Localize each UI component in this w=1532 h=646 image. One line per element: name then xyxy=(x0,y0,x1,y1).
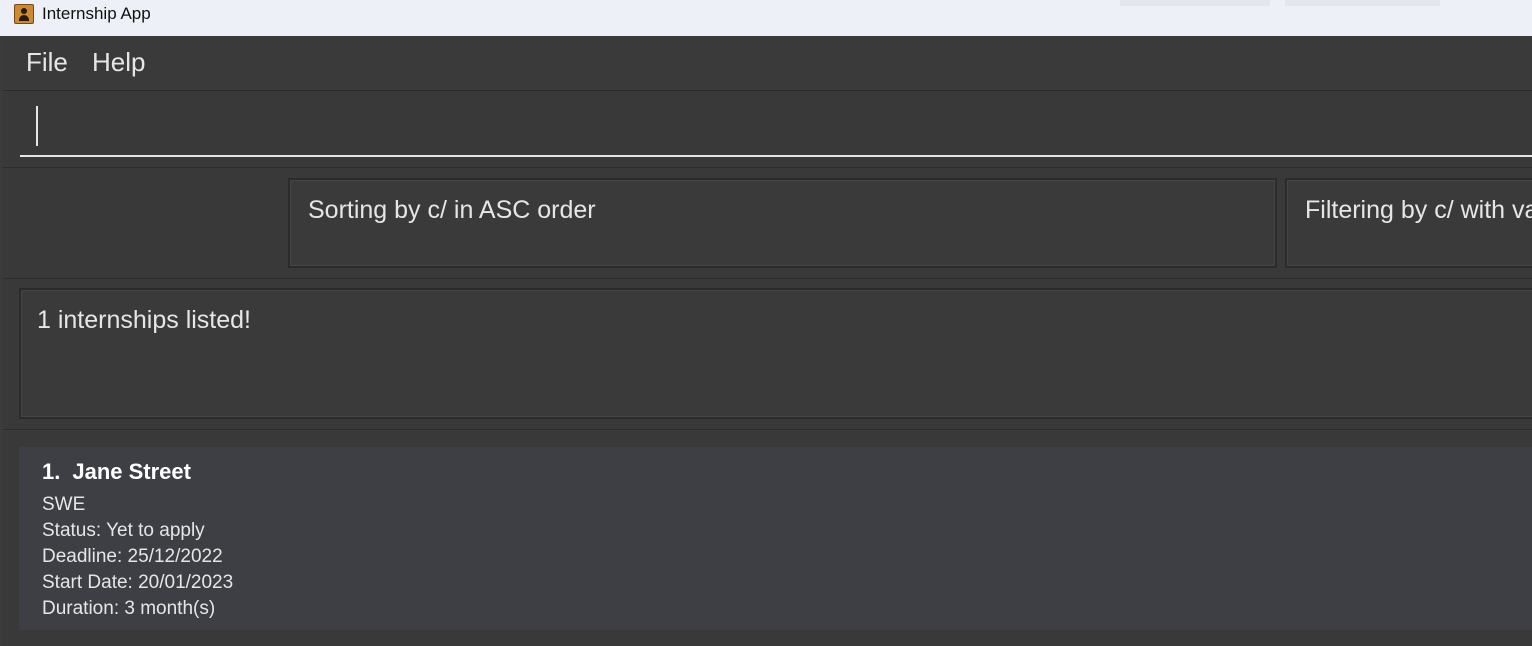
result-display[interactable]: 1 internships listed! xyxy=(19,288,1532,419)
command-box-panel xyxy=(3,90,1532,167)
titlebar-shadow xyxy=(1285,0,1440,6)
internship-list: 1. Jane Street SWE Status: Yet to apply D… xyxy=(3,431,1532,646)
menu-file[interactable]: File xyxy=(26,48,68,76)
app-person-icon xyxy=(14,4,34,24)
result-display-panel: 1 internships listed! xyxy=(3,279,1532,430)
sort-display: Sorting by c/ in ASC order xyxy=(288,178,1277,268)
command-input[interactable] xyxy=(20,101,1532,157)
status-label: Status: Yet to apply xyxy=(42,520,205,541)
text-cursor xyxy=(36,106,38,146)
internship-card[interactable]: 1. Jane Street SWE Status: Yet to apply D… xyxy=(19,447,1532,630)
titlebar-shadow xyxy=(1120,0,1270,6)
filter-text: Filtering by c/ with va xyxy=(1305,196,1532,224)
filter-display: Filtering by c/ with va xyxy=(1285,178,1532,268)
title-bar[interactable]: Internship App xyxy=(0,0,1532,36)
result-text: 1 internships listed! xyxy=(37,306,252,334)
sort-filter-row: Sorting by c/ in ASC order Filtering by … xyxy=(3,167,1532,279)
card-title: 1. Jane Street xyxy=(42,459,191,485)
menu-bar: File Help xyxy=(3,36,1532,89)
role-label: SWE xyxy=(42,494,86,515)
window-title: Internship App xyxy=(42,4,151,23)
card-index: 1. xyxy=(42,459,61,484)
company-name: Jane Street xyxy=(72,459,191,484)
duration-label: Duration: 3 month(s) xyxy=(42,598,216,619)
menu-help[interactable]: Help xyxy=(92,48,145,76)
start-date-label: Start Date: 20/01/2023 xyxy=(42,572,234,593)
sort-text: Sorting by c/ in ASC order xyxy=(308,196,596,224)
deadline-label: Deadline: 25/12/2022 xyxy=(42,546,223,567)
app-window: Internship App File Help Sorting by c/ i… xyxy=(0,0,1532,646)
